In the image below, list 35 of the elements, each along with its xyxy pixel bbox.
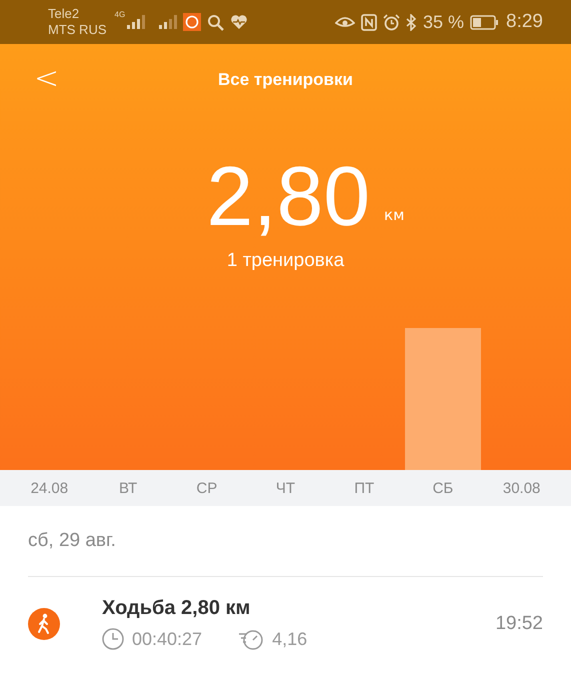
axis-label: ПТ — [353, 480, 376, 496]
bluetooth-icon — [406, 14, 417, 30]
page-title: Все тренировки — [218, 70, 353, 90]
distance-unit: км — [384, 206, 404, 224]
clock-time: 8:29 — [506, 11, 543, 33]
workout-time: 19:52 — [495, 612, 543, 634]
app-icon — [183, 13, 202, 31]
workout-pace: 4,16 — [272, 628, 308, 650]
battery-icon — [470, 14, 498, 30]
nfc-icon — [360, 14, 377, 30]
battery-percent: 35 % — [422, 12, 464, 32]
search-icon — [207, 14, 224, 30]
walking-icon — [28, 608, 60, 640]
day-header: сб, 29 авг. — [28, 529, 117, 553]
axis-label: 30.08 — [502, 480, 542, 496]
back-button[interactable]: < — [26, 60, 68, 98]
workout-duration: 00:40:27 — [132, 628, 202, 650]
signal-icon — [127, 15, 146, 29]
carrier-name: MTS RUS — [48, 22, 106, 38]
signal-icon — [159, 15, 178, 29]
eye-icon — [334, 15, 355, 29]
workout-count: 1 тренировка — [226, 250, 344, 272]
heart-icon — [230, 14, 248, 30]
workout-title: Ходьба 2,80 км — [102, 597, 252, 620]
network-type: 4G — [114, 10, 126, 19]
clock-icon — [102, 628, 124, 650]
axis-label: СР — [195, 480, 218, 496]
speedometer-icon — [238, 628, 264, 650]
axis-label: 24.08 — [30, 480, 70, 496]
alarm-icon — [382, 14, 400, 30]
axis-label: СБ — [432, 480, 454, 496]
carrier-name: Tele2 — [48, 6, 80, 22]
axis-label: ВТ — [118, 480, 138, 496]
axis-label: ЧТ — [274, 480, 296, 496]
total-distance: 2,80 — [206, 154, 370, 238]
